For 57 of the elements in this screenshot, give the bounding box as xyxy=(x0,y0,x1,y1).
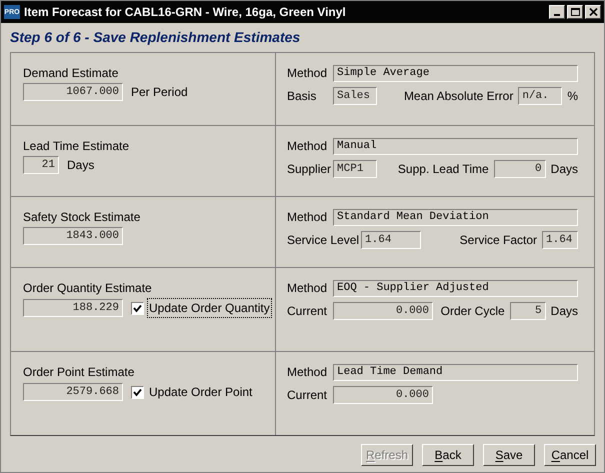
estimate-field: 1843.000 xyxy=(23,227,123,245)
dialog-button[interactable]: Cancel xyxy=(544,444,596,466)
readonly-field: 5 xyxy=(510,302,546,320)
field-label: % xyxy=(567,88,578,105)
field-label: Order Cycle xyxy=(440,303,505,320)
dialog-button[interactable]: Back xyxy=(422,444,474,466)
window-title: Item Forecast for CABL16-GRN - Wire, 16ga, Green Vinyl xyxy=(24,4,346,21)
readonly-field: 0.000 xyxy=(333,302,433,320)
estimate-field: 188.229 xyxy=(23,299,123,317)
field-label: Supp. Lead Time xyxy=(398,161,489,178)
close-icon xyxy=(588,8,598,16)
unit-label: Per Period xyxy=(131,84,188,101)
field-label: Current xyxy=(287,387,328,404)
unit-label: Days xyxy=(67,157,94,174)
checkbox-label[interactable]: Update Order Quantity xyxy=(147,298,272,318)
estimate-field: 2579.668 xyxy=(23,383,123,401)
estimate-label: Order Point Estimate xyxy=(23,364,136,381)
estimate-label: Lead Time Estimate xyxy=(23,138,130,155)
method-label: Method xyxy=(287,280,328,297)
readonly-field: MCP1 xyxy=(333,160,378,178)
field-label: Service Factor xyxy=(460,232,537,249)
readonly-field: 0.000 xyxy=(333,386,433,404)
close-button[interactable] xyxy=(585,5,601,19)
readonly-field: Sales xyxy=(333,87,377,105)
readonly-field: n/a. xyxy=(518,87,562,105)
checkbox[interactable] xyxy=(131,386,144,398)
method-field: EOQ - Supplier Adjusted xyxy=(333,280,578,296)
field-label: Days xyxy=(550,303,578,320)
readonly-field: 1.64 xyxy=(361,231,422,249)
field-label: Mean Absolute Error xyxy=(404,88,514,105)
field-label: Service Level xyxy=(287,232,360,249)
field-label: Basis xyxy=(287,88,318,105)
field-label: Current xyxy=(287,303,328,320)
estimate-label: Demand Estimate xyxy=(23,65,120,82)
estimate-field: 21 xyxy=(23,156,59,174)
estimate-label: Safety Stock Estimate xyxy=(23,209,142,226)
method-field: Standard Mean Deviation xyxy=(333,208,578,226)
method-label: Method xyxy=(287,364,328,381)
estimate-field: 1067.000 xyxy=(23,83,123,101)
method-field: Lead Time Demand xyxy=(333,364,578,380)
method-field: Simple Average xyxy=(333,64,578,82)
readonly-field: 0 xyxy=(494,160,546,178)
readonly-field: 1.64 xyxy=(542,231,578,249)
dialog-button[interactable]: Save xyxy=(483,444,535,466)
checkbox-label[interactable]: Update Order Point xyxy=(147,382,254,402)
field-label: Supplier xyxy=(287,161,332,178)
minimize-button[interactable] xyxy=(549,5,565,19)
method-field: Manual xyxy=(333,138,578,154)
estimate-label: Order Quantity Estimate xyxy=(23,280,153,297)
method-label: Method xyxy=(287,138,328,155)
field-label: Days xyxy=(550,161,578,178)
checkbox[interactable] xyxy=(131,302,144,314)
maximize-button[interactable] xyxy=(567,5,583,19)
maximize-icon xyxy=(570,8,580,16)
method-label: Method xyxy=(287,209,328,226)
method-label: Method xyxy=(287,65,328,82)
step-heading: Step 6 of 6 - Save Replenishment Estimates xyxy=(10,28,300,47)
